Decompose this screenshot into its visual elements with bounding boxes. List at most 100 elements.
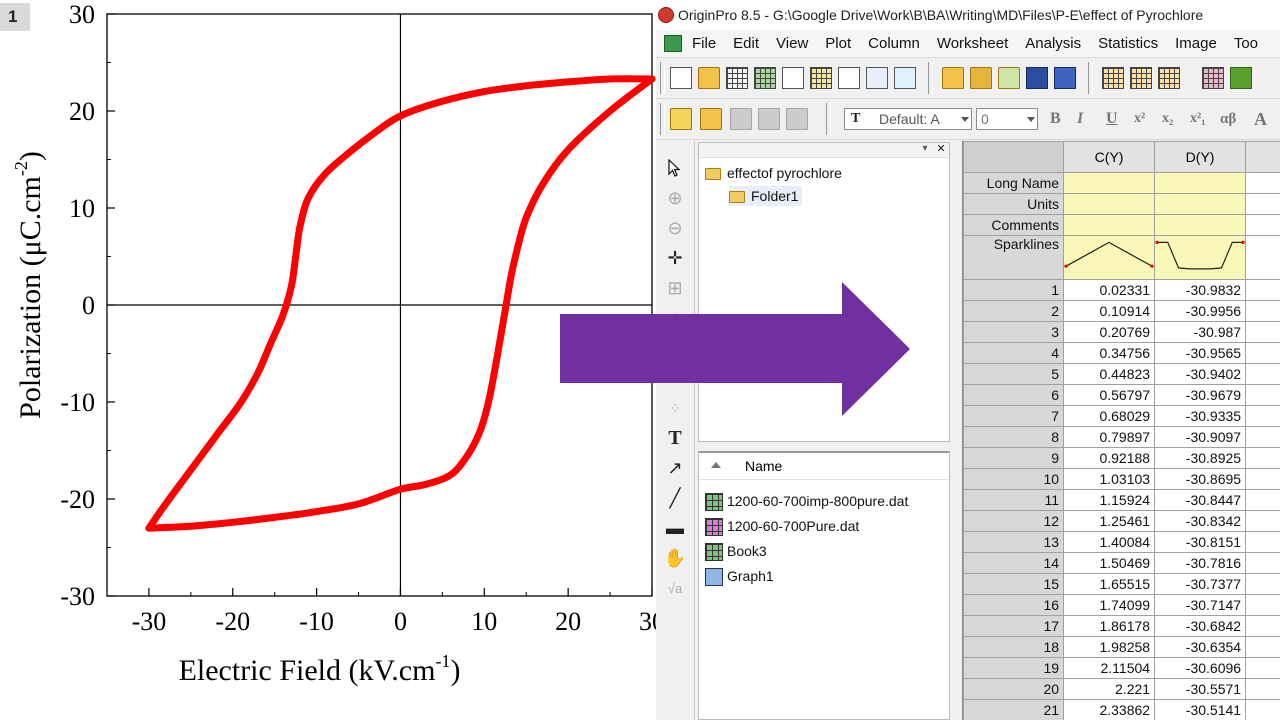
row-number[interactable]: 2 (963, 300, 1065, 322)
column-header[interactable]: C(Y) (1063, 141, 1156, 173)
menu-statistics[interactable]: Statistics (1098, 31, 1158, 57)
corner-cell[interactable] (963, 141, 1065, 173)
zoom-out-icon[interactable]: ⊖ (664, 217, 686, 239)
cell-d[interactable]: -30.8151 (1154, 531, 1247, 553)
row-number[interactable]: 4 (963, 342, 1065, 364)
import-single-ascii-icon[interactable] (1102, 67, 1124, 89)
row-number[interactable]: 6 (963, 384, 1065, 406)
new-graph-icon[interactable] (782, 67, 804, 89)
row-number[interactable]: 15 (963, 573, 1065, 595)
new-folder-icon[interactable] (698, 67, 720, 89)
cell-c[interactable]: 1.03103 (1063, 468, 1156, 490)
menu-view[interactable]: View (776, 31, 808, 57)
font-name-select[interactable]: T Default: A (844, 108, 972, 130)
row-number[interactable]: 17 (963, 615, 1065, 637)
open-icon[interactable] (942, 67, 964, 89)
open-folder-icon[interactable] (700, 108, 722, 130)
bold-button[interactable]: B (1050, 108, 1061, 130)
superscript-button[interactable]: x² (1134, 108, 1145, 130)
cell-c[interactable]: 1.65515 (1063, 573, 1156, 595)
cell-d[interactable]: -30.6354 (1154, 636, 1247, 658)
new-matrix-icon[interactable] (810, 67, 832, 89)
cell-c[interactable]: 2.11504 (1063, 657, 1156, 679)
row-number[interactable]: 9 (963, 447, 1065, 469)
cell-c[interactable]: 1.25461 (1063, 510, 1156, 532)
cell-c[interactable]: 0.92188 (1063, 447, 1156, 469)
cell-d[interactable]: -30.7147 (1154, 594, 1247, 616)
new-function-icon[interactable] (838, 67, 860, 89)
rectangle-tool-icon[interactable]: ▬ (664, 517, 686, 539)
toolbar-grip[interactable] (660, 62, 665, 94)
screen-reader-icon[interactable]: ✛ (664, 247, 686, 269)
tree-root-folder[interactable]: effectof pyrochlore (705, 163, 842, 183)
cell-c[interactable]: 2.221 (1063, 678, 1156, 700)
cell-c[interactable]: 1.98258 (1063, 636, 1156, 658)
sparkline-cell[interactable] (1154, 235, 1247, 280)
cell-d[interactable]: -30.9565 (1154, 342, 1247, 364)
meta-cell[interactable] (1154, 193, 1247, 215)
row-number[interactable]: 12 (963, 510, 1065, 532)
meta-cell[interactable] (1154, 214, 1247, 236)
menu-image[interactable]: Image (1175, 31, 1217, 57)
open-template-icon[interactable] (970, 67, 992, 89)
subscript-button[interactable]: x₂ (1162, 108, 1173, 130)
row-number[interactable]: 1 (963, 279, 1065, 301)
new-project-icon[interactable] (670, 67, 692, 89)
meta-cell[interactable] (1154, 172, 1247, 194)
file-item[interactable]: 1200-60-700Pure.dat (705, 514, 859, 538)
row-number[interactable]: 11 (963, 489, 1065, 511)
row-number[interactable]: 10 (963, 468, 1065, 490)
font-size-select[interactable]: 0 (976, 108, 1038, 130)
import-multiple-ascii-icon[interactable] (1130, 67, 1152, 89)
cell-d[interactable]: -30.7816 (1154, 552, 1247, 574)
menu-file[interactable]: File (692, 31, 716, 57)
equation-icon[interactable]: √a (664, 577, 686, 599)
sparkline-cell[interactable] (1063, 235, 1156, 280)
import-wizard-icon[interactable] (1158, 67, 1180, 89)
meta-row-label[interactable]: Units (963, 193, 1065, 215)
cell-d[interactable]: -30.987 (1154, 321, 1247, 343)
greek-button[interactable]: αβ (1220, 108, 1236, 130)
underline-button[interactable]: U (1106, 108, 1118, 130)
new-notes-icon[interactable] (894, 67, 916, 89)
menu-edit[interactable]: Edit (733, 31, 759, 57)
batch-plot-icon[interactable] (1230, 67, 1252, 89)
save-template-icon[interactable] (1054, 67, 1076, 89)
cell-c[interactable]: 0.10914 (1063, 300, 1156, 322)
duplicate-icon[interactable] (1202, 67, 1224, 89)
meta-row-label[interactable]: Comments (963, 214, 1065, 236)
column-header[interactable]: D(Y) (1154, 141, 1247, 173)
cell-d[interactable]: -30.8342 (1154, 510, 1247, 532)
increase-font-button[interactable]: A (1254, 108, 1267, 130)
supsub-button[interactable]: x²₁ (1190, 108, 1205, 130)
pointer-icon[interactable] (664, 157, 686, 179)
cell-d[interactable]: -30.5571 (1154, 678, 1247, 700)
meta-cell[interactable] (1063, 193, 1156, 215)
cell-c[interactable]: 0.02331 (1063, 279, 1156, 301)
cell-d[interactable]: -30.8925 (1154, 447, 1247, 469)
row-number[interactable]: 7 (963, 405, 1065, 427)
menu-column[interactable]: Column (868, 31, 920, 57)
row-number[interactable]: 19 (963, 657, 1065, 679)
arrow-tool-icon[interactable]: ↗ (664, 457, 686, 479)
tree-subfolder[interactable]: Folder1 (729, 186, 803, 206)
pin-icon[interactable]: ▾ (919, 143, 931, 155)
code-builder-icon[interactable] (670, 108, 692, 130)
save-project-icon[interactable] (1026, 67, 1048, 89)
open-excel-icon[interactable] (998, 67, 1020, 89)
hand-icon[interactable]: ✋ (664, 547, 686, 569)
cell-d[interactable]: -30.9402 (1154, 363, 1247, 385)
new-workbook-icon[interactable] (726, 67, 748, 89)
cell-d[interactable]: -30.8447 (1154, 489, 1247, 511)
row-number[interactable]: 8 (963, 426, 1065, 448)
cell-d[interactable]: -30.5141 (1154, 699, 1247, 720)
cell-c[interactable]: 1.86178 (1063, 615, 1156, 637)
cell-d[interactable]: -30.9832 (1154, 279, 1247, 301)
cell-c[interactable]: 0.79897 (1063, 426, 1156, 448)
zoom-in-icon[interactable]: ⊕ (664, 187, 686, 209)
menu-worksheet[interactable]: Worksheet (937, 31, 1008, 57)
row-number[interactable]: 5 (963, 363, 1065, 385)
cell-c[interactable]: 2.33862 (1063, 699, 1156, 720)
meta-cell[interactable] (1063, 214, 1156, 236)
meta-row-label[interactable]: Sparklines (963, 235, 1065, 280)
